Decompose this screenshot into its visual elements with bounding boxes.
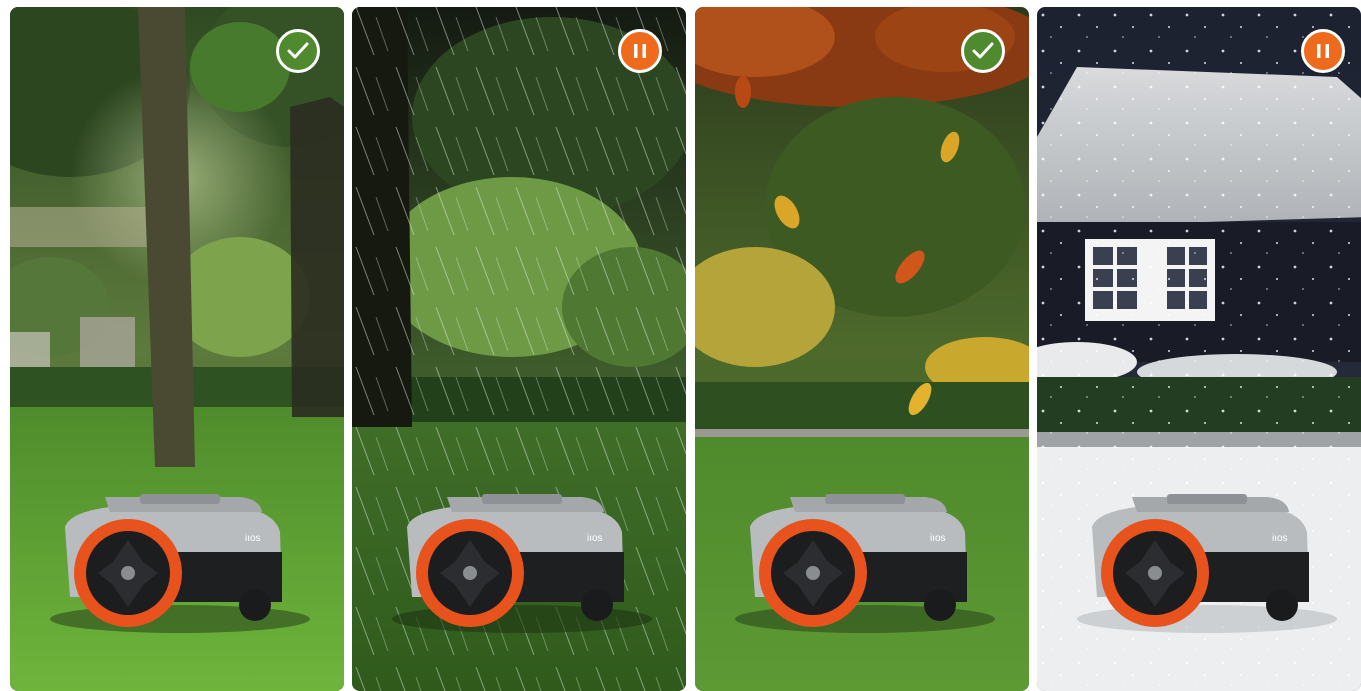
- brand-logo: iıos: [587, 533, 603, 544]
- status-badge: [276, 29, 320, 73]
- brand-logo: iıos: [930, 533, 946, 544]
- autumn-garden-photo: iıos: [695, 7, 1029, 691]
- panel-autumn: iıos: [695, 7, 1029, 691]
- status-badge: [1301, 29, 1345, 73]
- pause-icon: [634, 44, 646, 58]
- brand-logo: iıos: [245, 533, 261, 544]
- pause-icon: [1317, 44, 1329, 58]
- check-icon: [287, 42, 309, 59]
- sunny-garden-photo: iıos: [10, 7, 344, 691]
- snowy-garden-photo: iıos: [1037, 7, 1361, 691]
- panel-rain: iıos: [352, 7, 686, 691]
- panel-snow: iıos: [1037, 7, 1361, 691]
- brand-logo: iıos: [1272, 533, 1288, 544]
- check-icon: [972, 42, 994, 59]
- status-badge: [961, 29, 1005, 73]
- rainy-garden-photo: iıos: [352, 7, 686, 691]
- panel-sunny: iıos: [10, 7, 344, 691]
- status-badge: [618, 29, 662, 73]
